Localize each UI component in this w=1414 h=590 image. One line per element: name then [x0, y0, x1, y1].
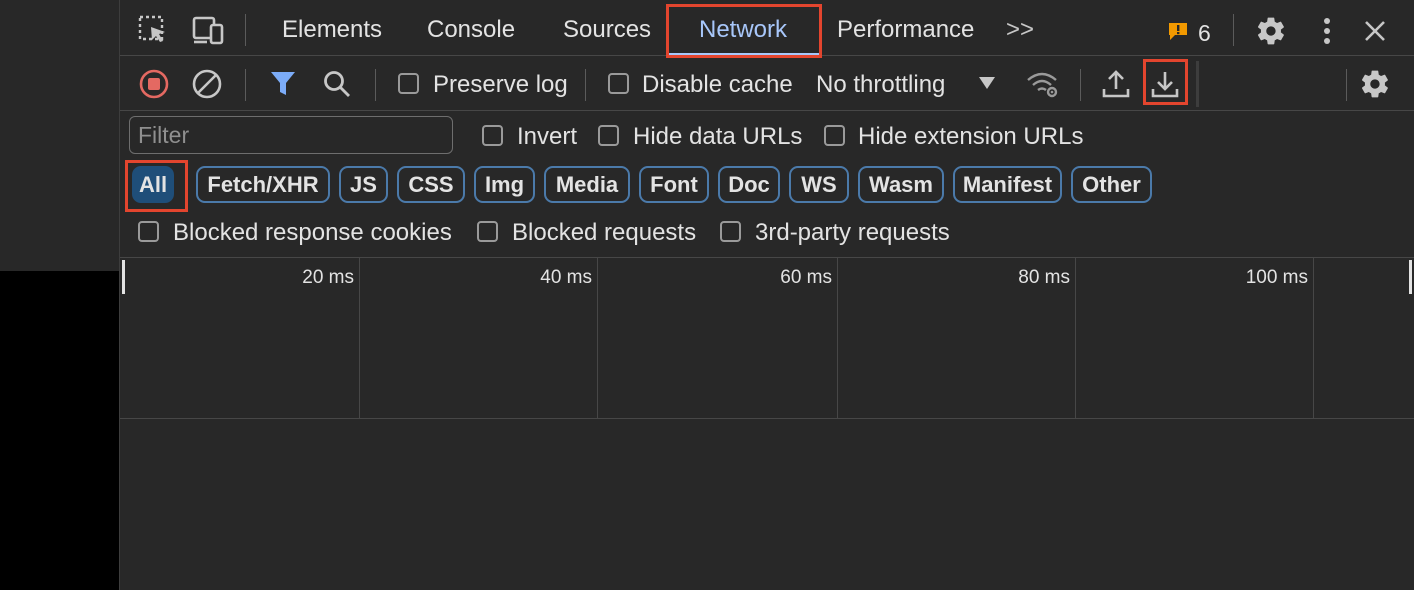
import-har-upload-icon[interactable]: [1099, 67, 1133, 101]
request-list-empty: [120, 420, 1414, 590]
highlight-export-button: [1143, 59, 1188, 105]
filter-funnel-icon[interactable]: [266, 67, 300, 101]
network-toolbar: Preserve log Disable cache No throttling: [120, 57, 1414, 111]
hide-extension-urls-label: Hide extension URLs: [858, 123, 1084, 150]
inspect-element-icon[interactable]: [136, 14, 170, 46]
tab-console[interactable]: Console: [427, 4, 515, 56]
tab-performance[interactable]: Performance: [837, 4, 974, 56]
blocked-requests-checkbox[interactable]: [477, 221, 498, 242]
type-filter-ws[interactable]: WS: [789, 166, 849, 203]
hide-extension-urls-checkbox[interactable]: [824, 125, 845, 146]
separator: [1233, 14, 1234, 46]
separator: [1346, 69, 1347, 101]
blocked-response-cookies-label: Blocked response cookies: [173, 219, 452, 246]
issues-counter[interactable]: [1167, 21, 1193, 41]
type-filter-doc[interactable]: Doc: [718, 166, 780, 203]
record-stop-icon[interactable]: [137, 67, 171, 101]
device-toolbar-icon[interactable]: [190, 14, 226, 46]
timeline-tick-label: 60 ms: [780, 267, 832, 288]
blocked-requests-label: Blocked requests: [512, 219, 697, 246]
disable-cache-checkbox[interactable]: [608, 73, 629, 94]
settings-gear-icon[interactable]: [1254, 14, 1288, 48]
invert-checkbox[interactable]: [482, 125, 503, 146]
type-filter-wasm[interactable]: Wasm: [858, 166, 944, 203]
separator: [245, 69, 246, 101]
timeline-right-handle[interactable]: [1409, 260, 1412, 294]
highlight-network-tab: [666, 4, 822, 58]
disable-cache-label: Disable cache: [642, 71, 793, 98]
network-conditions-icon[interactable]: [1025, 67, 1061, 101]
toolbar-scroll-edge: [1196, 61, 1199, 107]
preserve-log-checkbox[interactable]: [398, 73, 419, 94]
clear-icon[interactable]: [190, 67, 224, 101]
timeline-tick-label: 20 ms: [302, 267, 354, 288]
type-filter-other[interactable]: Other: [1071, 166, 1152, 203]
hide-data-urls-checkbox[interactable]: [598, 125, 619, 146]
highlight-all-filter: [125, 160, 188, 212]
third-party-requests-label: 3rd-party requests: [755, 219, 950, 246]
type-filter-css[interactable]: CSS: [397, 166, 465, 203]
type-filter-media[interactable]: Media: [544, 166, 630, 203]
invert-label: Invert: [517, 123, 578, 150]
type-filter-font[interactable]: Font: [639, 166, 709, 203]
more-options-icon[interactable]: [1312, 14, 1342, 48]
timeline-tick-label: 100 ms: [1245, 267, 1308, 288]
timeline-gridline: [1075, 258, 1076, 418]
type-filter-fetch-xhr[interactable]: Fetch/XHR: [196, 166, 330, 203]
type-filter-js[interactable]: JS: [339, 166, 388, 203]
page-dark-area: [0, 271, 119, 590]
throttling-select[interactable]: No throttling: [816, 71, 945, 99]
separator: [1080, 69, 1081, 101]
timeline-overview[interactable]: 20 ms 40 ms 60 ms 80 ms 100 ms: [120, 257, 1414, 419]
dropdown-arrow-icon[interactable]: [976, 75, 998, 91]
timeline-gridline: [837, 258, 838, 418]
blocked-response-cookies-checkbox[interactable]: [138, 221, 159, 242]
tab-sources[interactable]: Sources: [563, 4, 651, 56]
close-icon[interactable]: [1358, 14, 1392, 48]
separator: [245, 14, 246, 46]
timeline-tick-label: 80 ms: [1018, 267, 1070, 288]
third-party-requests-checkbox[interactable]: [720, 221, 741, 242]
hide-data-urls-label: Hide data URLs: [633, 123, 803, 150]
network-settings-gear-icon[interactable]: [1358, 67, 1392, 101]
type-filter-manifest[interactable]: Manifest: [953, 166, 1062, 203]
search-icon[interactable]: [320, 67, 354, 101]
timeline-left-handle[interactable]: [122, 260, 125, 294]
issues-count: 6: [1198, 20, 1211, 46]
preserve-log-label: Preserve log: [433, 71, 568, 98]
tab-elements[interactable]: Elements: [282, 4, 382, 56]
devtools-tabbar: Elements Console Sources Network Perform…: [120, 4, 1414, 58]
timeline-gridline: [1313, 258, 1314, 418]
type-filter-img[interactable]: Img: [474, 166, 535, 203]
devtools-panel: Elements Console Sources Network Perform…: [119, 0, 1414, 590]
timeline-tick-label: 40 ms: [540, 267, 592, 288]
separator: [375, 69, 376, 101]
timeline-gridline: [359, 258, 360, 418]
more-tabs-chevron-icon[interactable]: >>: [1006, 4, 1034, 56]
separator: [585, 69, 586, 101]
timeline-gridline: [597, 258, 598, 418]
filter-input[interactable]: [129, 116, 453, 154]
warning-icon: [1169, 23, 1187, 40]
page-panel: [0, 0, 119, 271]
